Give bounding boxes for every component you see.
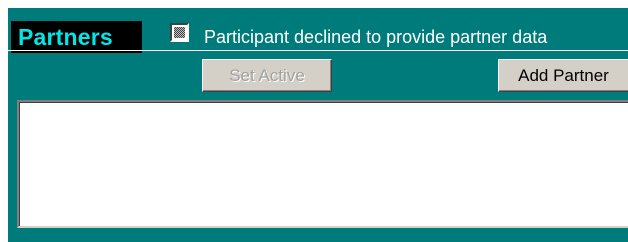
checkbox-indeterminate-fill: [174, 27, 185, 38]
header-divider: [8, 50, 628, 51]
set-active-button[interactable]: Set Active: [202, 59, 332, 92]
add-partner-button[interactable]: Add Partner: [498, 59, 628, 92]
declined-partner-data-checkbox[interactable]: [170, 23, 189, 42]
partner-list[interactable]: [17, 100, 628, 228]
panel-title: Partners: [18, 24, 113, 50]
declined-partner-data-label[interactable]: Participant declined to provide partner …: [204, 25, 547, 49]
